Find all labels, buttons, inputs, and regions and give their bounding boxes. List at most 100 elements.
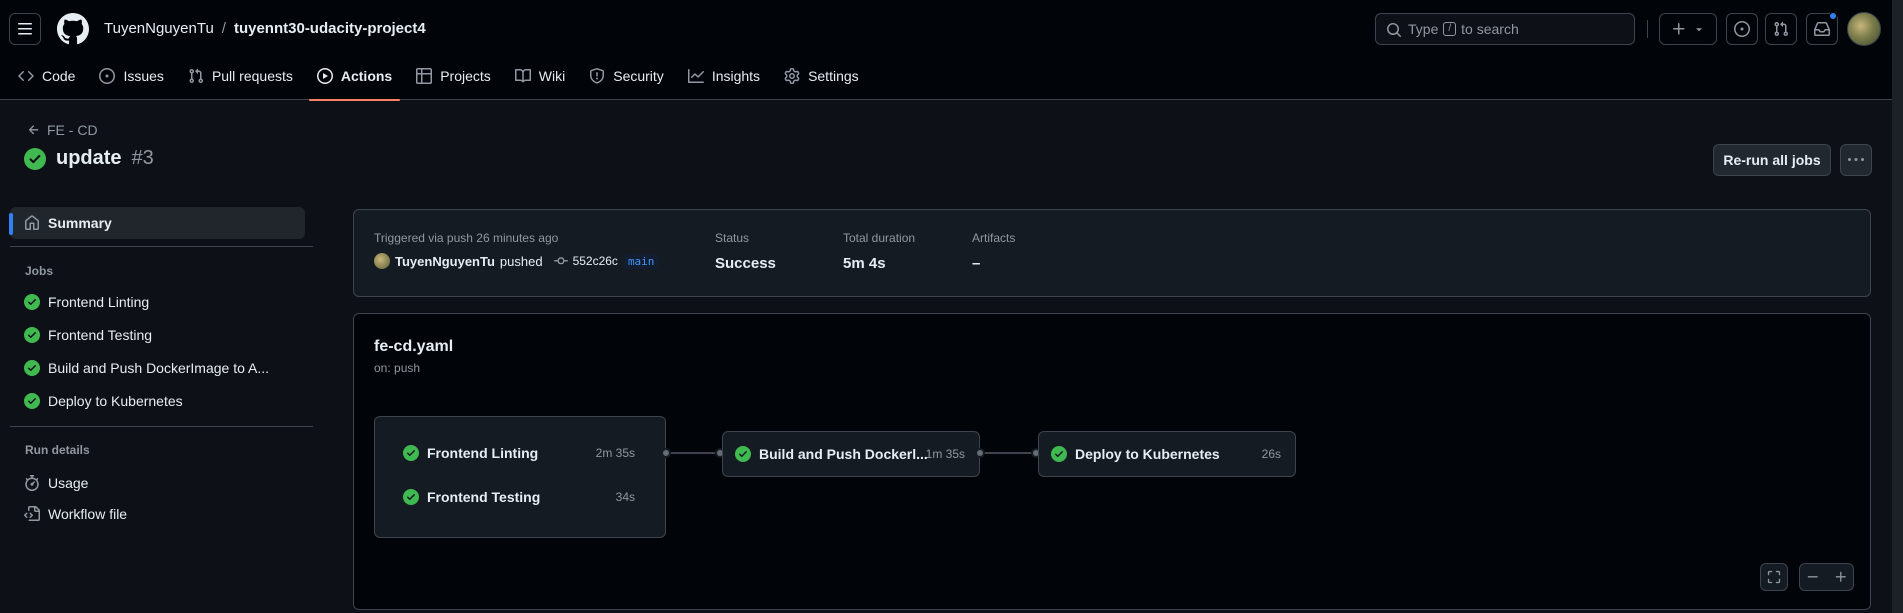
artifacts-value: – [972,255,981,272]
issues-button[interactable] [1726,13,1758,45]
check-circle-fill-icon [403,445,419,461]
back-to-workflow-link[interactable]: FE - CD [27,122,98,138]
home-icon [25,215,39,230]
menu-button[interactable] [9,13,41,45]
tab-actions[interactable]: Actions [308,60,401,101]
book-icon [514,68,531,83]
tab-security-label: Security [613,68,664,84]
issue-icon [99,68,116,84]
pull-requests-button[interactable] [1765,13,1797,45]
tab-wiki[interactable]: Wiki [507,60,573,92]
more-options-button[interactable] [1840,144,1872,176]
trigger-text: Triggered via push 26 minutes ago [374,231,559,245]
artifacts-column: Artifacts – [972,231,1015,272]
user-avatar[interactable] [1847,12,1881,46]
sidebar-job-frontend-linting[interactable]: Frontend Linting [10,286,305,318]
tab-projects-label: Projects [440,68,491,84]
notification-indicator [1829,12,1837,20]
workflow-file-name[interactable]: fe-cd.yaml [374,338,453,356]
graph-job-deploy-kubernetes[interactable]: Deploy to Kubernetes 26s [1051,446,1281,462]
table-icon [416,68,433,84]
app-header: TuyenNguyenTu / tuyennt30-udacity-projec… [0,0,1903,101]
actor-link[interactable]: TuyenNguyenTu [395,254,495,269]
code-icon [18,70,34,82]
gear-icon [784,68,800,84]
job-box-build-push[interactable]: Build and Push Dockerl... 1m 35s [722,431,980,477]
tab-issues[interactable]: Issues [91,60,171,92]
tab-projects[interactable]: Projects [408,60,499,92]
connector-line [985,452,1031,454]
run-summary-card: Triggered via push 26 minutes ago TuyenN… [353,209,1871,297]
shield-icon [590,68,605,84]
zoom-controls [1799,563,1854,591]
run-details-heading: Run details [25,443,90,457]
check-circle-fill-icon [24,147,46,170]
tab-insights[interactable]: Insights [680,60,768,92]
trigger-info: Triggered via push 26 minutes ago TuyenN… [374,231,660,269]
duration-label: Total duration [843,231,916,245]
workflow-trigger: on: push [374,361,421,375]
branch-badge[interactable]: main [622,253,660,269]
sidebar-item-label: Frontend Linting [48,294,150,310]
sidebar-item-usage[interactable]: Usage [10,467,305,499]
git-commit-icon [553,257,568,265]
graph-job-build-push[interactable]: Build and Push Dockerl... 1m 35s [735,446,965,462]
triangle-down-icon [1696,28,1702,32]
duration-value: 5m 4s [843,255,886,272]
breadcrumb-separator: / [221,20,226,37]
job-box-deploy-kubernetes[interactable]: Deploy to Kubernetes 26s [1038,431,1296,477]
tab-pull-requests[interactable]: Pull requests [180,60,301,92]
hamburger-icon [18,23,32,35]
graph-icon [687,69,704,83]
tab-wiki-label: Wiki [538,68,566,84]
sidebar-job-frontend-testing[interactable]: Frontend Testing [10,319,305,351]
status-label: Status [715,231,750,245]
search-input[interactable]: Type / to search [1375,13,1635,45]
graph-job-frontend-testing[interactable]: Frontend Testing 34s [403,489,635,505]
repo-link[interactable]: tuyennt30-udacity-project4 [234,20,426,37]
job-name: Frontend Testing [427,489,541,505]
play-icon [316,68,333,84]
job-group-frontend: Frontend Linting 2m 35s Frontend Testing… [374,416,666,538]
sidebar-item-label: Build and Push DockerImage to A... [48,360,270,376]
sidebar-item-workflow-file[interactable]: Workflow file [10,498,305,530]
zoom-in-icon[interactable] [1834,570,1848,584]
fullscreen-button[interactable] [1760,563,1788,591]
job-name: Deploy to Kubernetes [1075,446,1220,462]
push-action: pushed [499,253,543,269]
job-duration: 2m 35s [595,446,635,460]
commit-sha-link[interactable]: 552c26c [573,254,618,268]
tab-settings[interactable]: Settings [776,60,867,92]
workflow-name: FE - CD [47,122,98,138]
owner-link[interactable]: TuyenNguyenTu [104,20,214,37]
jobs-heading: Jobs [25,264,54,278]
rerun-all-jobs-button[interactable]: Re-run all jobs [1713,144,1831,176]
header-divider [1647,20,1648,38]
sidebar-item-label: Frontend Testing [48,327,153,343]
job-name: Build and Push Dockerl... [759,446,928,462]
page-scrollbar[interactable] [1892,0,1903,613]
github-logo-icon[interactable] [57,13,89,45]
check-circle-fill-icon [24,393,40,409]
zoom-out-icon[interactable] [1806,570,1820,584]
create-new-button[interactable] [1659,13,1717,45]
connector-dot [661,448,671,458]
status-column: Status Success [715,231,776,272]
sidebar-job-build-push[interactable]: Build and Push DockerImage to A... [10,352,305,384]
repo-breadcrumb: TuyenNguyenTu / tuyennt30-udacity-projec… [104,20,426,37]
issue-opened-icon [1734,21,1750,37]
job-name: Frontend Linting [427,445,539,461]
check-circle-fill-icon [24,360,40,376]
graph-job-frontend-linting[interactable]: Frontend Linting 2m 35s [403,445,635,461]
tab-settings-label: Settings [808,68,859,84]
run-number: #3 [131,147,154,169]
arrow-left-icon [28,125,39,135]
tab-security[interactable]: Security [581,60,672,92]
sidebar-job-deploy-kubernetes[interactable]: Deploy to Kubernetes [10,385,305,417]
sidebar-item-summary[interactable]: Summary [9,207,305,239]
run-title: update [56,147,122,169]
tab-issues-label: Issues [123,68,164,84]
tab-actions-label: Actions [340,68,393,84]
actor-avatar [374,253,390,269]
tab-code[interactable]: Code [10,60,83,92]
